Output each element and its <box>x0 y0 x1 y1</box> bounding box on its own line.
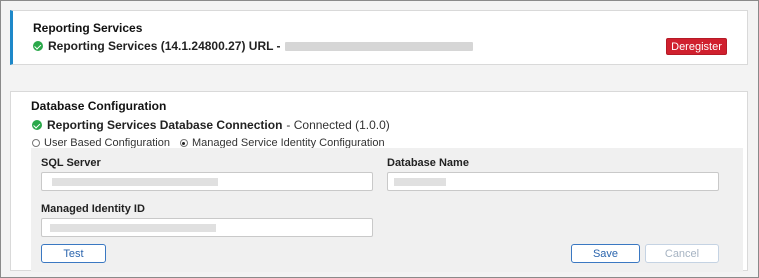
redacted-managed-identity <box>50 224 216 232</box>
cancel-button[interactable]: Cancel <box>645 244 719 263</box>
managed-identity-radio[interactable] <box>179 139 188 147</box>
reporting-services-status-label: Reporting Services (14.1.24800.27) URL - <box>48 39 281 53</box>
redacted-database-name <box>394 178 446 186</box>
database-connection-label: Reporting Services Database Connection <box>47 118 283 132</box>
sql-server-label: SQL Server <box>41 157 101 169</box>
managed-identity-input[interactable] <box>41 218 373 237</box>
redacted-sql-server <box>52 178 218 186</box>
managed-identity-label: Managed Identity ID <box>41 203 145 215</box>
database-name-label: Database Name <box>387 157 469 169</box>
redacted-url <box>284 41 473 51</box>
deregister-button[interactable]: Deregister <box>666 38 727 55</box>
user-based-radio[interactable] <box>32 139 40 147</box>
reporting-services-card: Reporting Services Reporting Services (1… <box>10 10 748 65</box>
sql-server-input[interactable] <box>41 172 373 191</box>
configuration-form-panel: SQL Server Database Name Managed Identit… <box>31 148 743 272</box>
database-configuration-card: Database Configuration Reporting Service… <box>10 91 748 272</box>
reporting-services-title: Reporting Services <box>33 21 143 35</box>
check-circle-icon <box>33 41 43 51</box>
check-circle-icon <box>32 120 42 130</box>
database-configuration-title: Database Configuration <box>31 99 167 113</box>
database-connection-status-text: - Connected (1.0.0) <box>286 118 390 132</box>
database-connection-status: Reporting Services Database Connection -… <box>32 118 390 132</box>
database-name-input[interactable] <box>387 172 719 191</box>
save-button[interactable]: Save <box>571 244 640 263</box>
reporting-services-status: Reporting Services (14.1.24800.27) URL - <box>33 39 473 53</box>
test-button[interactable]: Test <box>41 244 106 263</box>
